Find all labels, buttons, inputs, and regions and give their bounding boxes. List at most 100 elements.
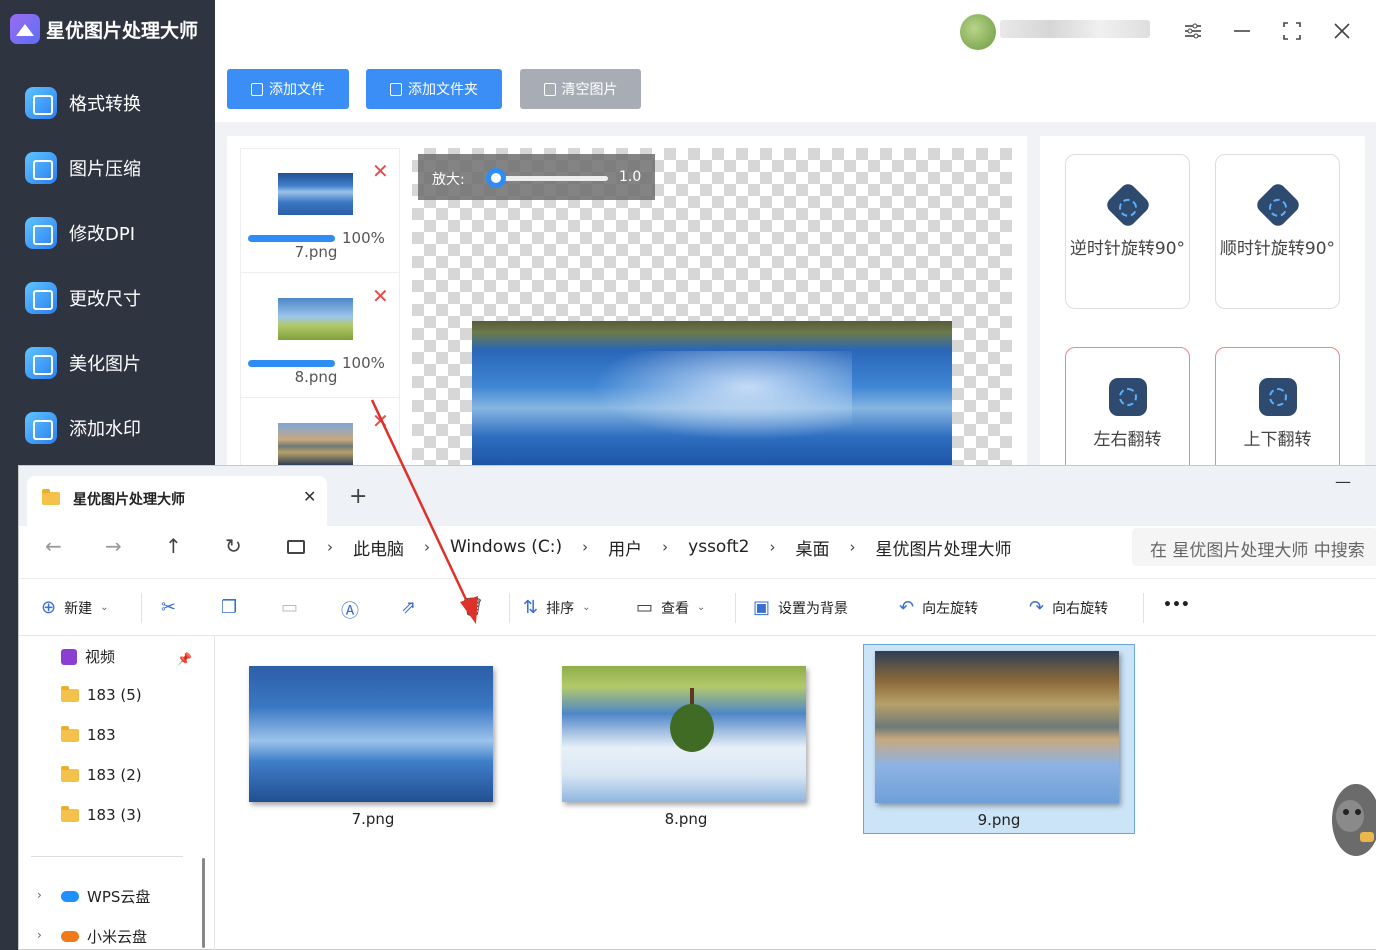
forward-icon[interactable]: →	[105, 534, 122, 558]
breadcrumb-item[interactable]: Windows (C:)	[450, 537, 562, 557]
rotate-right-button[interactable]: ↷ 向右旋转	[1029, 597, 1108, 618]
file-name: 7.png	[351, 810, 395, 828]
sidebar-item-format-convert[interactable]: 格式转换	[25, 81, 210, 125]
flip-horizontal-icon	[1109, 378, 1147, 416]
zoom-slider-handle[interactable]	[486, 168, 506, 188]
remove-icon[interactable]: ✕	[372, 284, 389, 308]
rotate-cw-icon	[1253, 180, 1303, 230]
up-icon[interactable]: ↑	[165, 534, 182, 558]
share-button[interactable]: ⇗	[401, 597, 416, 618]
minimize-icon[interactable]	[1227, 16, 1257, 46]
address-bar[interactable]: › 此电脑 › Windows (C:) › 用户 › yssoft2 › 桌面…	[271, 528, 1121, 566]
chevron-down-icon: ⌄	[582, 602, 591, 613]
list-item[interactable]: ✕	[241, 399, 399, 467]
image-convert-icon	[25, 87, 57, 119]
nav-divider	[31, 856, 183, 857]
breadcrumb-item[interactable]: 桌面	[796, 535, 830, 560]
thumbnail-image	[278, 423, 353, 465]
more-options-button[interactable]: •••	[1163, 597, 1190, 613]
wps-cloud-icon	[61, 891, 79, 902]
add-folder-button[interactable]: 添加文件夹	[366, 69, 502, 109]
sidebar-item-label: 美化图片	[69, 354, 141, 375]
wallpaper-icon: ▣	[753, 597, 771, 618]
chevron-right-icon: ›	[769, 538, 776, 556]
nav-item-folder[interactable]: 183 (2)	[61, 765, 142, 784]
sidebar-item-compress[interactable]: 图片压缩	[25, 146, 210, 190]
set-background-label: 设置为背景	[778, 600, 849, 617]
add-file-button[interactable]: 添加文件	[227, 69, 349, 109]
sort-button[interactable]: ⇅ 排序 ⌄	[523, 597, 590, 618]
rotate-cw-button[interactable]: 顺时针旋转90°	[1215, 154, 1340, 309]
toolbar-divider	[141, 593, 142, 623]
chevron-right-icon: ›	[849, 538, 856, 556]
paste-icon: ▭	[281, 597, 299, 618]
minimize-icon[interactable]: —	[1335, 472, 1351, 491]
dpi-icon	[25, 217, 57, 249]
rotate-ccw-label: 逆时针旋转90°	[1069, 239, 1186, 259]
rotate-right-label: 向右旋转	[1052, 600, 1109, 617]
tab-close-icon[interactable]: ✕	[303, 487, 316, 506]
nav-item-video[interactable]: 视频	[61, 646, 115, 667]
user-avatar[interactable]	[960, 14, 996, 50]
nav-item-wps-cloud[interactable]: WPS云盘	[61, 886, 150, 907]
watermark-icon	[25, 412, 57, 444]
nav-scrollbar[interactable]	[202, 858, 205, 948]
chevron-right-icon[interactable]: ›	[37, 928, 42, 942]
computer-icon	[287, 540, 305, 554]
resize-icon	[25, 282, 57, 314]
nav-item-mi-cloud[interactable]: 小米云盘	[61, 926, 147, 947]
rotate-ccw-button[interactable]: 逆时针旋转90°	[1065, 154, 1190, 309]
close-icon[interactable]	[1327, 16, 1357, 46]
sidebar-item-label: 格式转换	[69, 94, 141, 115]
rename-button[interactable]: Ⓐ	[341, 597, 359, 623]
list-item[interactable]: ✕ 100% 7.png	[241, 149, 399, 273]
breadcrumb-item[interactable]: 用户	[608, 535, 642, 560]
zoom-slider[interactable]	[495, 176, 608, 181]
copy-button[interactable]: ❐	[221, 597, 237, 618]
remove-icon[interactable]: ✕	[372, 159, 389, 183]
search-input[interactable]: 在 星优图片处理大师 中搜索	[1132, 528, 1376, 566]
clear-images-button[interactable]: 清空图片	[520, 69, 641, 109]
cut-button[interactable]: ✂	[161, 597, 176, 618]
sidebar-item-beautify[interactable]: 美化图片	[25, 341, 210, 385]
sidebar-item-dpi[interactable]: 修改DPI	[25, 211, 210, 255]
file-item[interactable]: 7.png	[237, 644, 509, 834]
list-item[interactable]: ✕ 100% 8.png	[241, 274, 399, 398]
nav-item-label: 183 (3)	[87, 806, 142, 824]
chevron-right-icon[interactable]: ›	[37, 888, 42, 902]
chevron-right-icon: ›	[424, 538, 430, 556]
explorer-tab[interactable]: 星优图片处理大师 ✕	[27, 476, 327, 526]
new-button[interactable]: ⊕ 新建 ⌄	[41, 597, 108, 618]
breadcrumb-item[interactable]: 星优图片处理大师	[876, 535, 1012, 560]
new-tab-icon[interactable]: +	[349, 484, 367, 509]
back-icon[interactable]: ←	[45, 534, 62, 558]
delete-button[interactable]: 🗑	[461, 597, 484, 618]
refresh-icon[interactable]: ↻	[225, 534, 242, 558]
sidebar-item-watermark[interactable]: 添加水印	[25, 406, 210, 450]
sidebar-item-resize[interactable]: 更改尺寸	[25, 276, 210, 320]
folder-outline-icon	[390, 82, 402, 96]
file-item[interactable]: 9.png	[863, 644, 1135, 834]
file-item[interactable]: 8.png	[550, 644, 822, 834]
settings-icon[interactable]	[1178, 16, 1208, 46]
view-button[interactable]: ▭ 查看 ⌄	[636, 597, 705, 618]
explorer-tab-title: 星优图片处理大师	[73, 492, 185, 508]
remove-icon[interactable]: ✕	[372, 409, 389, 433]
file-thumbnail	[562, 666, 806, 802]
flip-vertical-icon	[1259, 378, 1297, 416]
breadcrumb-item[interactable]: yssoft2	[688, 537, 749, 557]
set-background-button[interactable]: ▣ 设置为背景	[753, 597, 848, 618]
mascot-sticker	[1332, 784, 1376, 856]
breadcrumb-item[interactable]: 此电脑	[353, 535, 404, 560]
zoom-control: 放大: 1.0	[418, 154, 655, 200]
nav-item-folder[interactable]: 183 (3)	[61, 805, 142, 824]
paste-button[interactable]: ▭	[281, 597, 298, 618]
nav-item-folder[interactable]: 183 (5)	[61, 685, 142, 704]
nav-item-folder[interactable]: 183	[61, 725, 116, 744]
nav-item-label: 视频	[85, 648, 116, 666]
mi-cloud-icon	[61, 931, 79, 942]
file-icon	[251, 82, 263, 96]
maximize-icon[interactable]	[1277, 16, 1307, 46]
nav-item-label: 183	[87, 726, 116, 744]
rotate-left-button[interactable]: ↶ 向左旋转	[899, 597, 978, 618]
